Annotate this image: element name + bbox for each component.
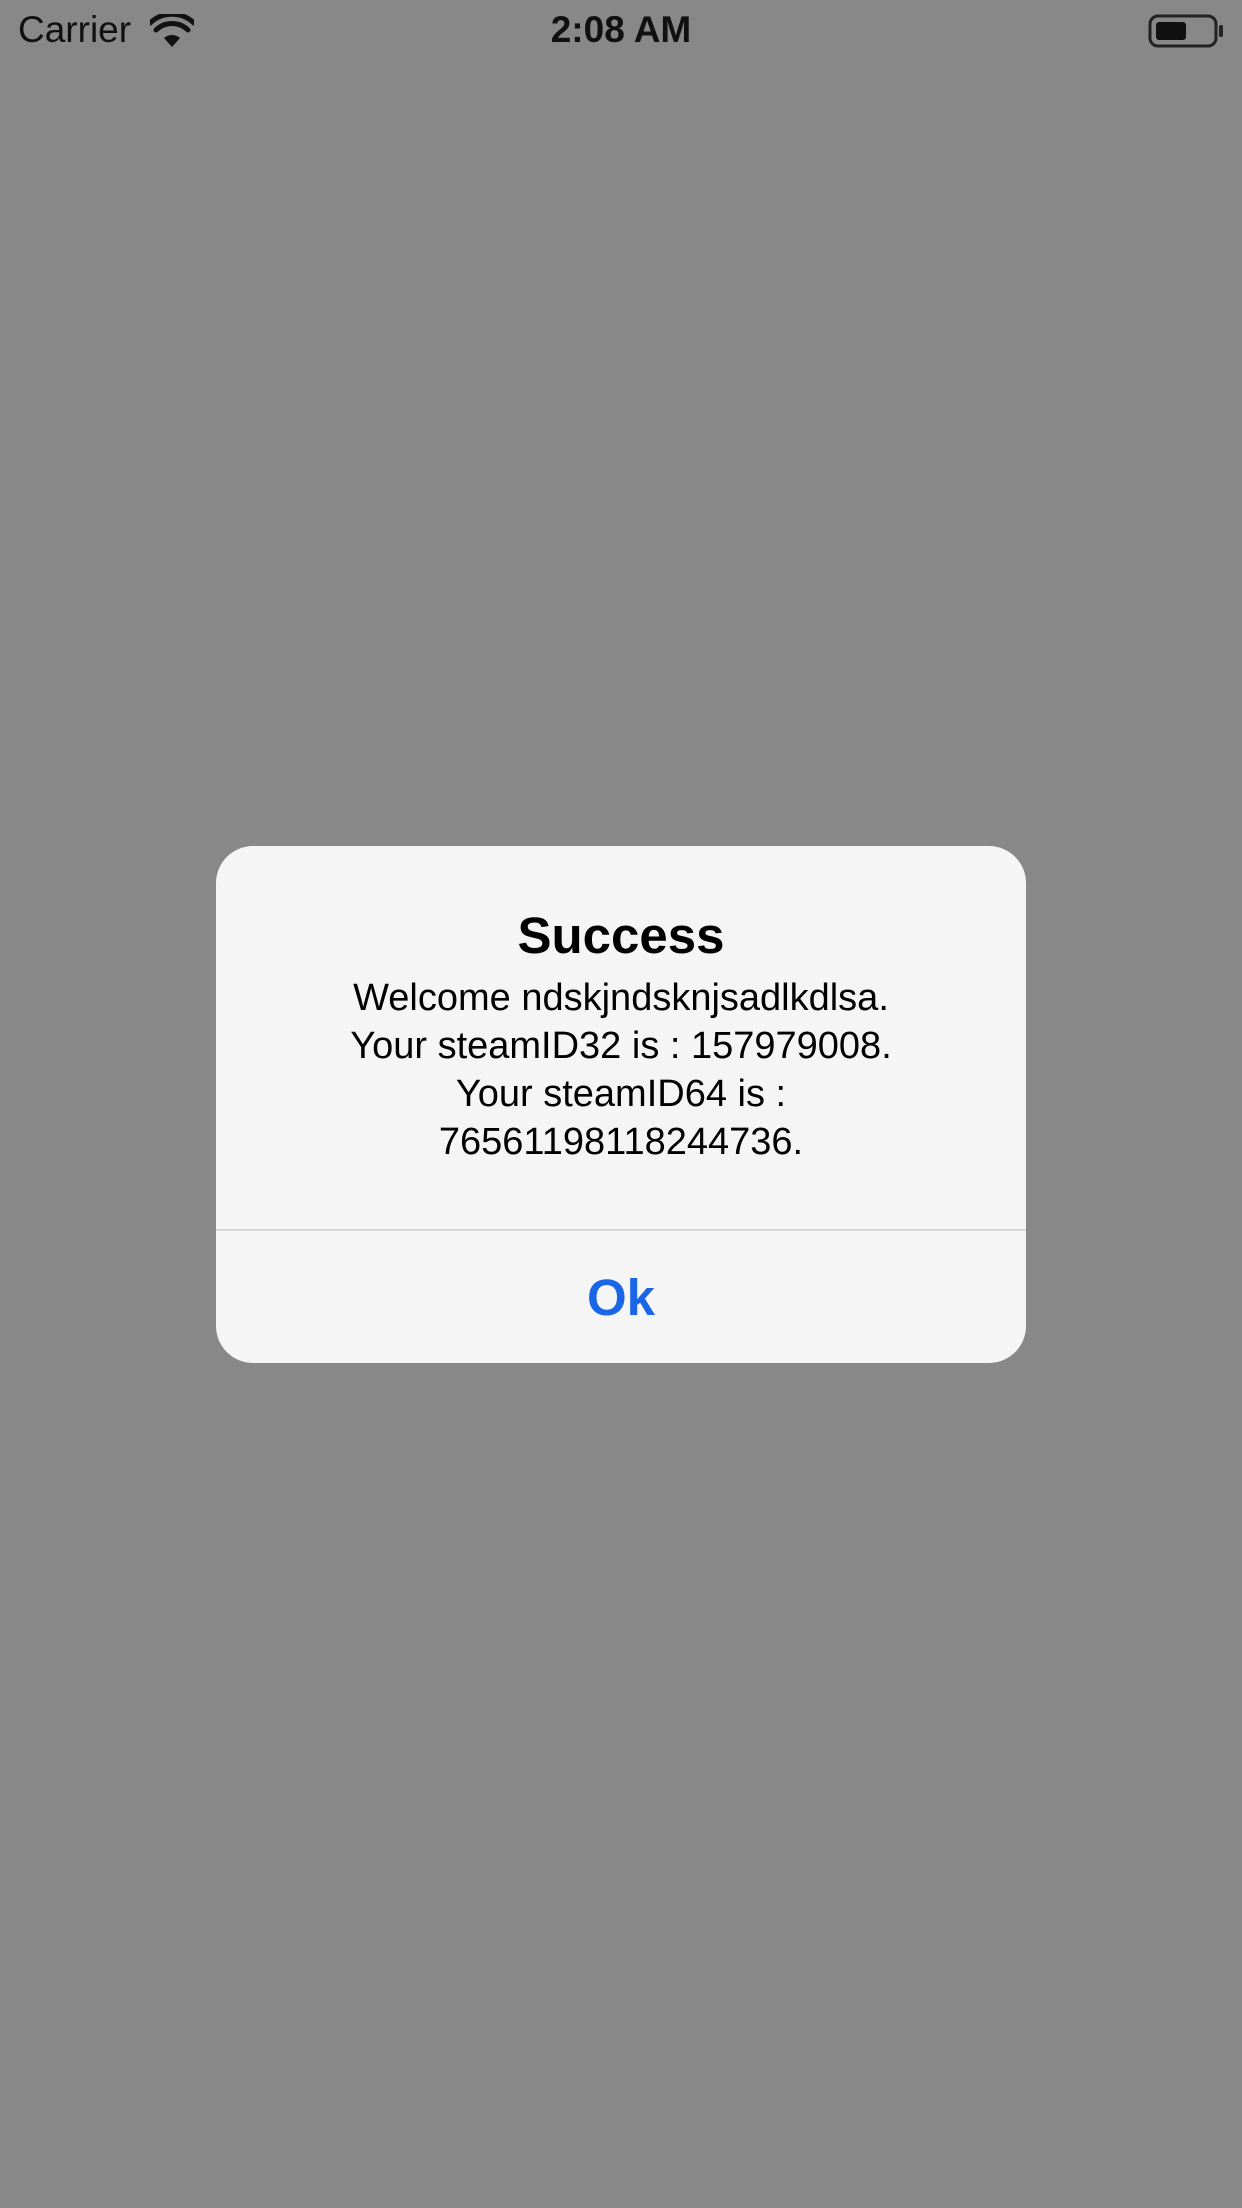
alert-title: Success (517, 907, 725, 964)
status-bar: Carrier 2:08 AM (0, 0, 1242, 60)
status-time: 2:08 AM (550, 9, 692, 50)
battery-icon (1148, 14, 1223, 48)
alert-dialog: Success Welcome ndskjndsknjsadlkdlsa. Yo… (216, 846, 1026, 1363)
ok-button[interactable]: Ok (216, 1231, 1026, 1363)
alert-message: Welcome ndskjndsknjsadlkdlsa. Your steam… (350, 977, 892, 1163)
